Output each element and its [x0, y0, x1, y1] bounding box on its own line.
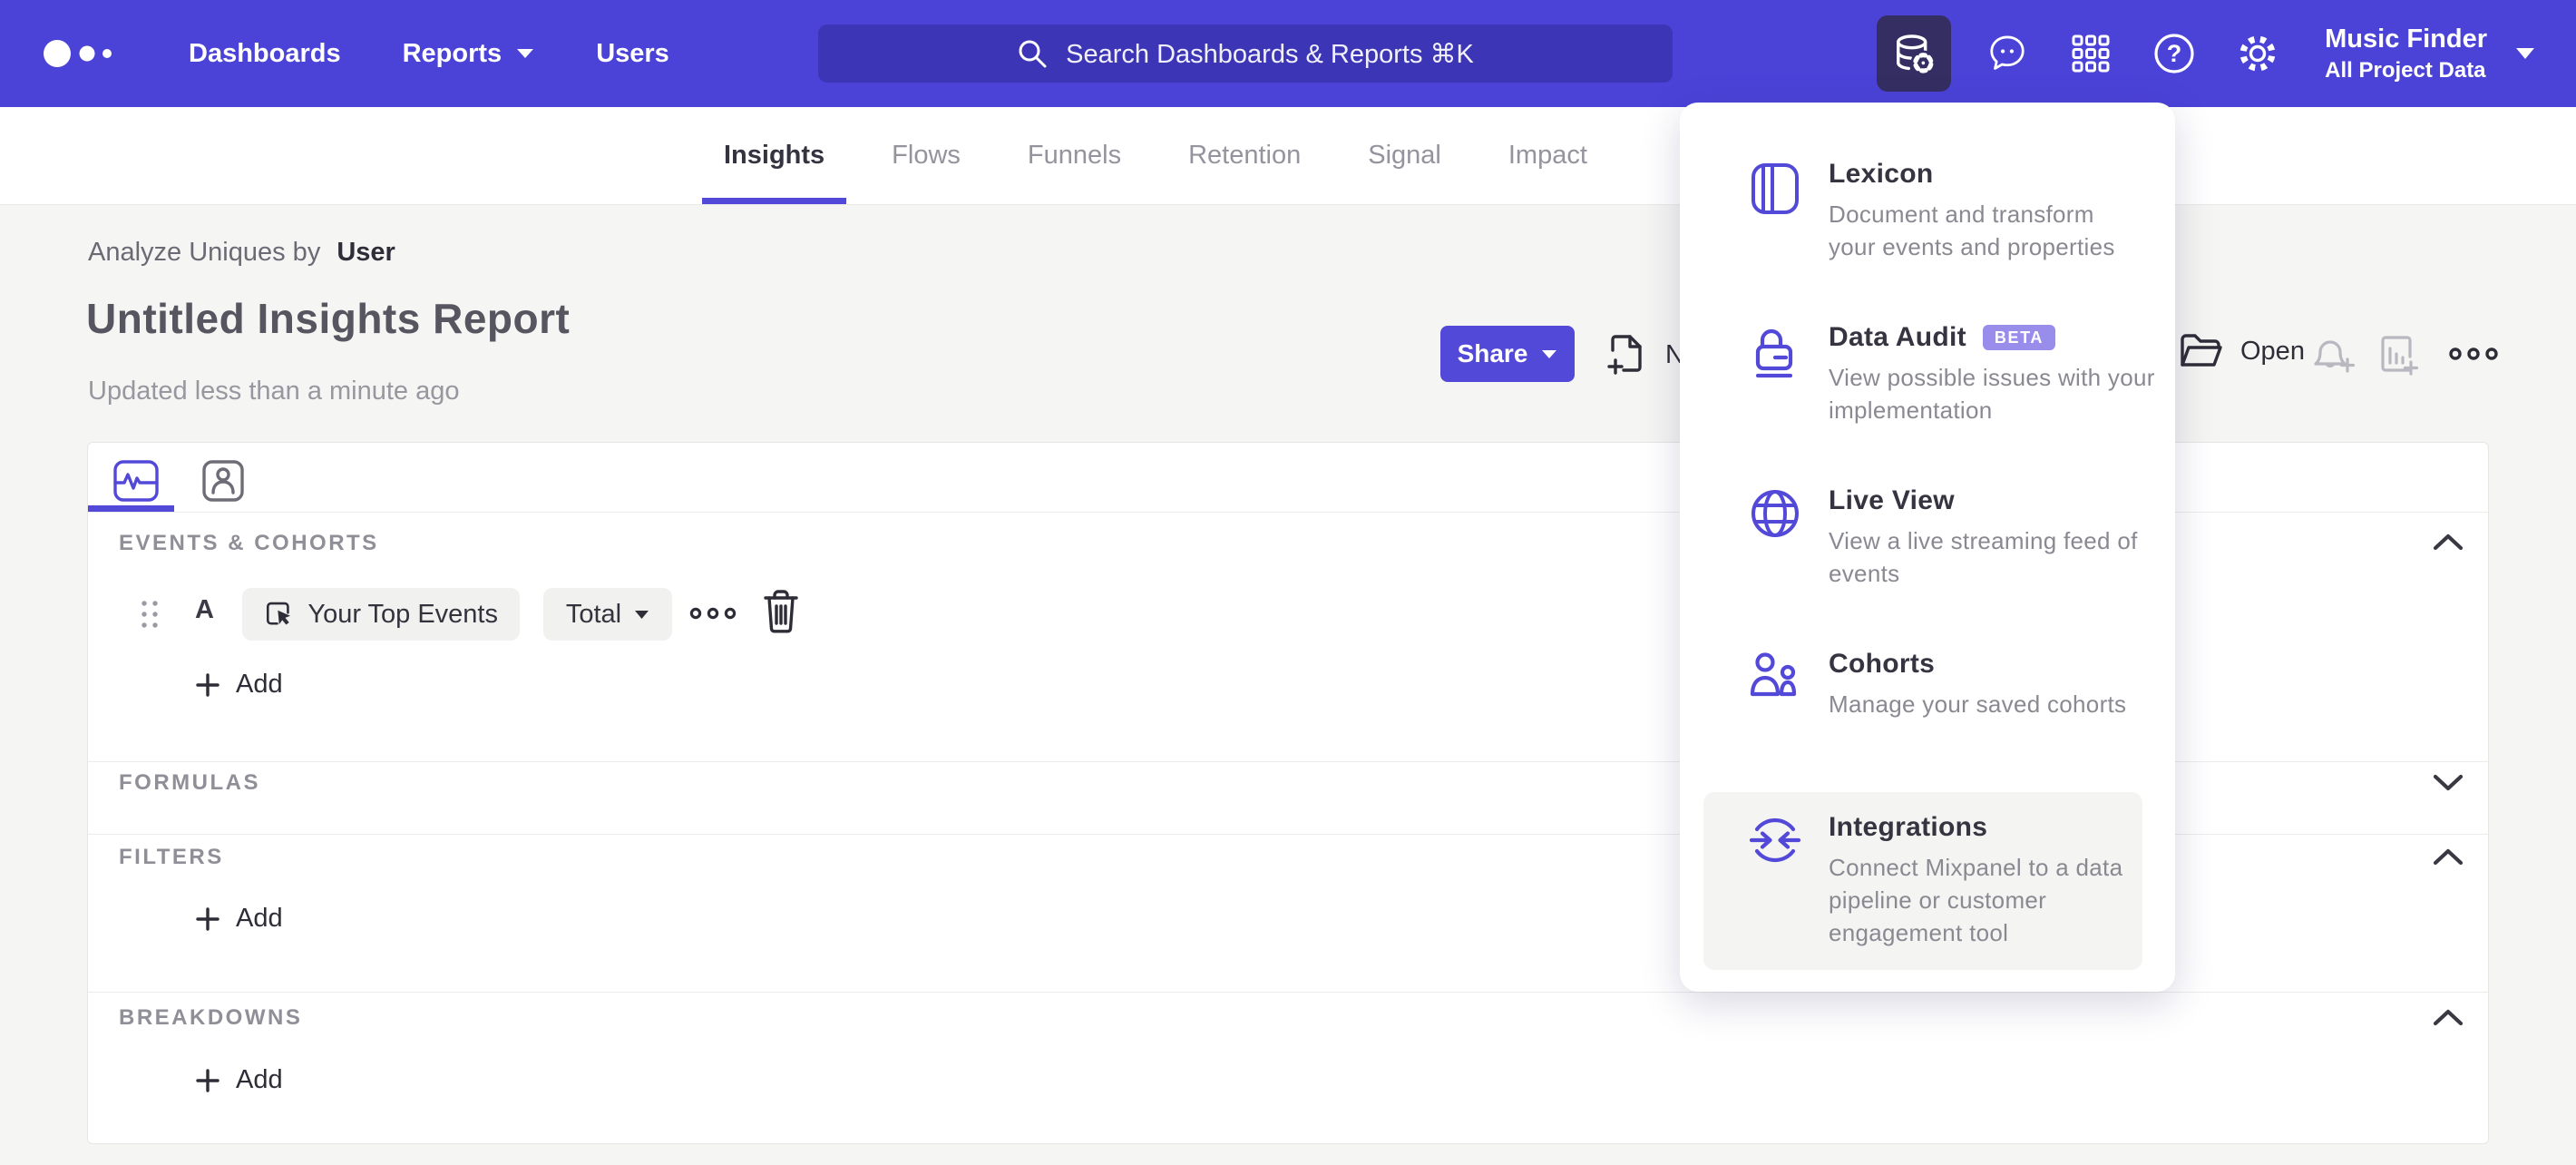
- tab-signal[interactable]: Signal: [1361, 107, 1449, 204]
- menu-item-lexicon[interactable]: Lexicon Document and transform your even…: [1749, 159, 2159, 263]
- menu-item-integrations[interactable]: Integrations Connect Mixpanel to a data …: [1749, 812, 2159, 949]
- menu-item-data-audit[interactable]: Data Audit BETA View possible issues wit…: [1749, 322, 2159, 426]
- active-view-tab-underline: [88, 505, 174, 512]
- apps-grid-button[interactable]: [2058, 15, 2123, 92]
- ellipsis-icon: [2449, 348, 2498, 360]
- mixpanel-logo-icon[interactable]: [42, 34, 122, 73]
- event-more-options-button[interactable]: [688, 604, 737, 622]
- section-label-breakdowns: BREAKDOWNS: [119, 1005, 303, 1030]
- open-report-button[interactable]: Open: [2179, 332, 2305, 370]
- event-selector-button[interactable]: Your Top Events: [242, 588, 520, 641]
- data-management-button[interactable]: [1877, 15, 1952, 92]
- data-management-icon: [1897, 34, 1936, 74]
- tab-funnels[interactable]: Funnels: [1020, 107, 1128, 204]
- more-actions-button[interactable]: [2447, 345, 2500, 363]
- view-tab-insights-chart[interactable]: [108, 455, 164, 506]
- ellipsis-icon: [689, 607, 737, 620]
- project-name: Music Finder: [2325, 24, 2487, 54]
- beta-badge: BETA: [1982, 325, 2055, 350]
- alert-bell-plus-button[interactable]: [2309, 334, 2356, 376]
- search-icon: [1019, 40, 1047, 68]
- nav-dashboards[interactable]: Dashboards: [189, 39, 341, 69]
- settings-button[interactable]: [2225, 15, 2290, 92]
- project-selector[interactable]: Music Finder All Project Data: [2325, 24, 2487, 83]
- support-chat-icon: [1990, 35, 2025, 70]
- nav-reports[interactable]: Reports: [403, 39, 535, 69]
- page-title: Untitled Insights Report: [86, 295, 571, 342]
- project-scope: All Project Data: [2325, 57, 2486, 83]
- chart-plus-icon: [2381, 336, 2419, 376]
- search-placeholder: Search Dashboards & Reports ⌘K: [1066, 39, 1474, 69]
- chevron-down-icon: [517, 49, 534, 58]
- metric-dropdown[interactable]: Total: [543, 588, 672, 641]
- section-label-filters: FILTERS: [119, 845, 224, 869]
- subtitle-prefix: Analyze Uniques by: [88, 238, 321, 267]
- help-button[interactable]: ?: [2142, 15, 2207, 92]
- delete-event-button[interactable]: [761, 588, 801, 635]
- report-tabs-bar: Insights Flows Funnels Retention Signal …: [0, 107, 2576, 205]
- series-letter: A: [195, 595, 214, 624]
- help-icon: ?: [2154, 34, 2194, 73]
- menu-item-live-view[interactable]: Live View View a live streaming feed of …: [1749, 485, 2159, 590]
- live-view-globe-icon: [1749, 487, 1801, 590]
- settings-gear-icon: [2239, 35, 2276, 72]
- project-chevron-down-icon[interactable]: [2514, 47, 2536, 60]
- add-filter-button[interactable]: Add: [195, 904, 283, 934]
- event-click-icon: [266, 602, 290, 625]
- analysis-entity-selector[interactable]: User: [337, 238, 395, 268]
- global-search-input[interactable]: Search Dashboards & Reports ⌘K: [818, 24, 1673, 83]
- profile-tab-icon: [202, 460, 244, 502]
- updated-timestamp: Updated less than a minute ago: [88, 377, 460, 406]
- section-label-formulas: FORMULAS: [119, 770, 260, 795]
- formulas-expand-chevron-down-icon[interactable]: [2432, 772, 2464, 792]
- breakdowns-collapse-chevron-up-icon[interactable]: [2432, 1007, 2464, 1027]
- view-tab-profiles[interactable]: [195, 455, 251, 506]
- add-event-button[interactable]: Add: [195, 670, 283, 700]
- tab-impact[interactable]: Impact: [1501, 107, 1595, 204]
- tab-retention[interactable]: Retention: [1181, 107, 1308, 204]
- share-button[interactable]: Share: [1440, 326, 1575, 382]
- svg-text:?: ?: [2167, 40, 2182, 67]
- drag-handle[interactable]: [139, 599, 162, 631]
- insights-chart-tab-icon: [113, 460, 159, 502]
- data-audit-lock-icon: [1749, 324, 1801, 426]
- integrations-sync-icon: [1749, 814, 1801, 949]
- tab-insights[interactable]: Insights: [701, 107, 847, 204]
- chevron-down-icon: [1542, 349, 1557, 358]
- filters-collapse-chevron-up-icon[interactable]: [2432, 847, 2464, 866]
- plus-icon: [196, 906, 220, 931]
- add-chart-button[interactable]: [2378, 332, 2420, 377]
- folder-open-icon: [2181, 334, 2222, 367]
- top-navbar: Dashboards Reports Users Search Dashboar…: [0, 0, 2576, 107]
- section-label-events: EVENTS & COHORTS: [119, 531, 379, 555]
- menu-item-cohorts[interactable]: Cohorts Manage your saved cohorts: [1749, 649, 2159, 720]
- add-breakdown-button[interactable]: Add: [195, 1065, 283, 1095]
- nav-users[interactable]: Users: [596, 39, 669, 69]
- tab-flows[interactable]: Flows: [884, 107, 968, 204]
- chevron-down-icon: [635, 610, 649, 619]
- plus-icon: [196, 672, 220, 697]
- analysis-subtitle: Analyze Uniques by User: [88, 238, 395, 268]
- apps-grid-icon: [2072, 34, 2110, 73]
- plus-icon: [196, 1068, 220, 1092]
- document-plus-icon: [1607, 335, 1642, 375]
- data-management-menu: Lexicon Document and transform your even…: [1680, 103, 2175, 992]
- support-chat-button[interactable]: [1975, 15, 2040, 92]
- trash-icon: [764, 590, 798, 633]
- lexicon-book-icon: [1749, 161, 1801, 263]
- cohorts-people-icon: [1749, 651, 1801, 720]
- events-collapse-chevron-up-icon[interactable]: [2432, 532, 2464, 552]
- bell-plus-icon: [2314, 340, 2356, 373]
